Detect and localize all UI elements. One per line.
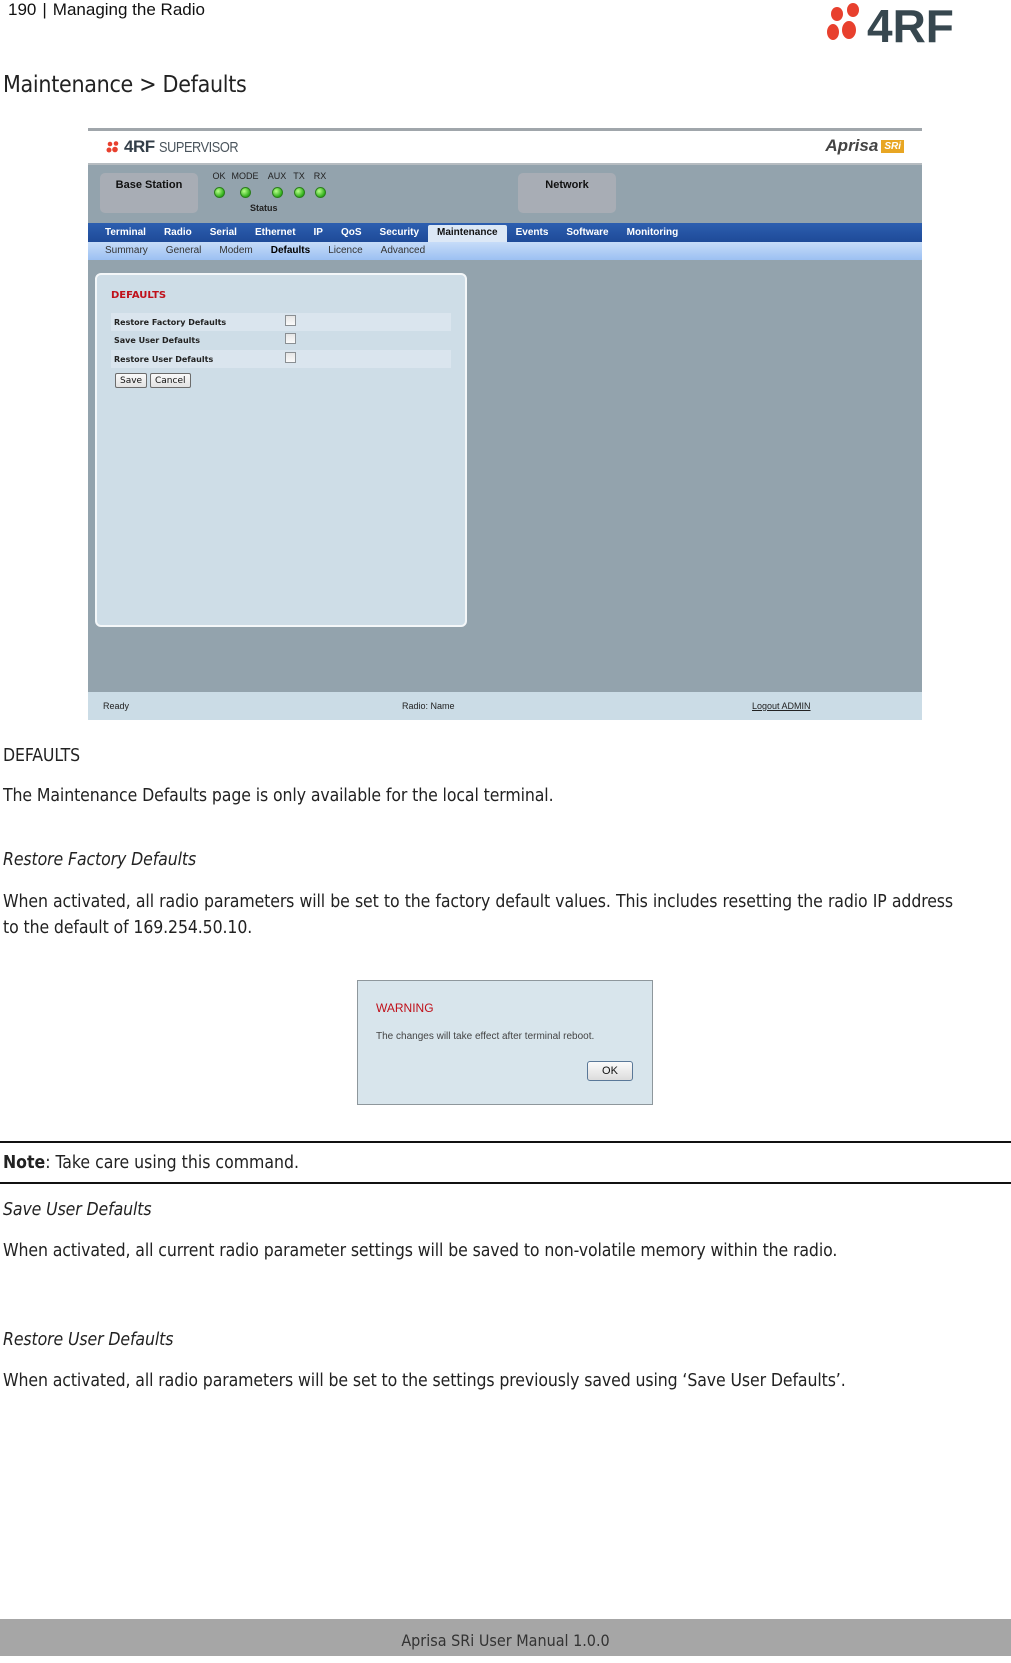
logo-dot (831, 7, 843, 21)
ready-status: Ready (103, 701, 130, 711)
restore-user-heading: Restore User Defaults (3, 1330, 174, 1350)
tab-serial[interactable]: Serial (201, 223, 246, 242)
aprisa-badge: SRi (881, 139, 904, 153)
led-mode: MODE (230, 171, 260, 198)
radio-name-status: Radio: Name (402, 701, 455, 711)
supervisor-logo: 4RF SUPERVISOR (106, 137, 252, 157)
page-number: 190 (8, 0, 37, 19)
4rf-logo: 4RF (827, 0, 954, 48)
subtab-general[interactable]: General (157, 242, 211, 260)
note-bottom-rule (0, 1182, 1011, 1184)
restore-user-row: Restore User Defaults (111, 350, 451, 368)
restore-factory-heading: Restore Factory Defaults (3, 850, 197, 870)
defaults-heading: DEFAULTS (3, 746, 80, 766)
restore-user-checkbox[interactable] (285, 352, 296, 363)
led-indicator-icon (213, 187, 225, 198)
aprisa-logo: Aprisa SRi (825, 136, 904, 156)
row-label: Restore User Defaults (114, 355, 214, 364)
chapter-title: Managing the Radio (52, 0, 205, 19)
tab-maintenance[interactable]: Maintenance (428, 225, 507, 242)
restore-user-text: When activated, all radio parameters wil… (3, 1371, 846, 1391)
led-rx: RX (305, 171, 335, 198)
status-strip: Base Station OK MODE AUX TX RX Status Ne… (88, 165, 922, 223)
status-label: Status (250, 203, 278, 213)
panel-title: DEFAULTS (111, 290, 167, 301)
save-user-checkbox[interactable] (285, 333, 296, 344)
warning-title: WARNING (376, 1001, 434, 1015)
tab-ip[interactable]: IP (305, 223, 332, 242)
section-title: Maintenance > Defaults (3, 72, 247, 98)
logo-text: 4RF (867, 0, 954, 48)
warning-message: The changes will take effect after termi… (376, 1031, 595, 1042)
page-footer: Aprisa SRi User Manual 1.0.0 (0, 1619, 1011, 1656)
note: Note: Take care using this command. (3, 1153, 299, 1173)
app-header: 4RF SUPERVISOR Aprisa SRi (88, 131, 922, 165)
subtab-summary[interactable]: Summary (96, 242, 157, 260)
sub-tabs: Summary General Modem Defaults Licence A… (88, 242, 922, 260)
row-label: Restore Factory Defaults (114, 318, 227, 327)
app-status-bar: Ready Radio: Name Logout ADMIN (88, 692, 922, 720)
led-label: TX (293, 171, 305, 181)
tab-ethernet[interactable]: Ethernet (246, 223, 305, 242)
supervisor-screenshot: 4RF SUPERVISOR Aprisa SRi Base Station O… (88, 128, 922, 720)
page-header: 190 | Managing the Radio (8, 0, 205, 20)
warning-dialog: WARNING The changes will take effect aft… (357, 980, 653, 1105)
note-label: Note (3, 1153, 46, 1173)
cancel-button[interactable]: Cancel (150, 373, 191, 388)
tab-events[interactable]: Events (507, 223, 558, 242)
save-user-text: When activated, all current radio parame… (3, 1241, 838, 1261)
save-user-heading: Save User Defaults (3, 1200, 152, 1220)
row-label: Save User Defaults (114, 336, 200, 345)
led-indicator-icon (293, 187, 305, 198)
subtab-licence[interactable]: Licence (319, 242, 371, 260)
defaults-panel: DEFAULTS Restore Factory Defaults Save U… (95, 273, 467, 627)
led-indicator-icon (239, 187, 251, 198)
led-indicator-icon (314, 187, 326, 198)
intro-text: The Maintenance Defaults page is only av… (3, 786, 554, 806)
logout-link[interactable]: Logout ADMIN (752, 701, 811, 711)
subtab-defaults[interactable]: Defaults (262, 242, 319, 260)
base-station-button[interactable]: Base Station (100, 173, 198, 213)
led-label: RX (313, 171, 327, 181)
save-button[interactable]: Save (115, 373, 148, 388)
led-label: MODE (231, 171, 259, 181)
subtab-advanced[interactable]: Advanced (372, 242, 434, 260)
logo-dot (827, 24, 839, 40)
header-separator: | (42, 0, 47, 19)
network-button[interactable]: Network (518, 173, 616, 213)
led-label: OK (212, 171, 226, 181)
logo-dot (847, 3, 859, 17)
save-user-row: Save User Defaults (111, 331, 451, 349)
ok-button[interactable]: OK (587, 1061, 633, 1081)
led-indicator-icon (271, 187, 283, 198)
restore-factory-text: When activated, all radio parameters wil… (3, 892, 953, 938)
tab-software[interactable]: Software (557, 223, 617, 242)
tab-radio[interactable]: Radio (155, 223, 201, 242)
main-tabs: Terminal Radio Serial Ethernet IP QoS Se… (88, 223, 922, 242)
note-text: : Take care using this command. (45, 1153, 299, 1173)
restore-factory-row: Restore Factory Defaults (111, 313, 451, 331)
tab-terminal[interactable]: Terminal (96, 223, 155, 242)
restore-factory-checkbox[interactable] (285, 315, 296, 326)
tab-security[interactable]: Security (371, 223, 428, 242)
aprisa-name: Aprisa (825, 136, 879, 155)
tab-qos[interactable]: QoS (332, 223, 371, 242)
note-top-rule (0, 1141, 1011, 1143)
logo-product: SUPERVISOR (158, 138, 239, 156)
subtab-modem[interactable]: Modem (210, 242, 261, 260)
tab-monitoring[interactable]: Monitoring (618, 223, 688, 242)
logo-brand: 4RF (124, 137, 155, 156)
4rf-dots-icon (106, 141, 119, 153)
logo-dot (842, 21, 856, 39)
